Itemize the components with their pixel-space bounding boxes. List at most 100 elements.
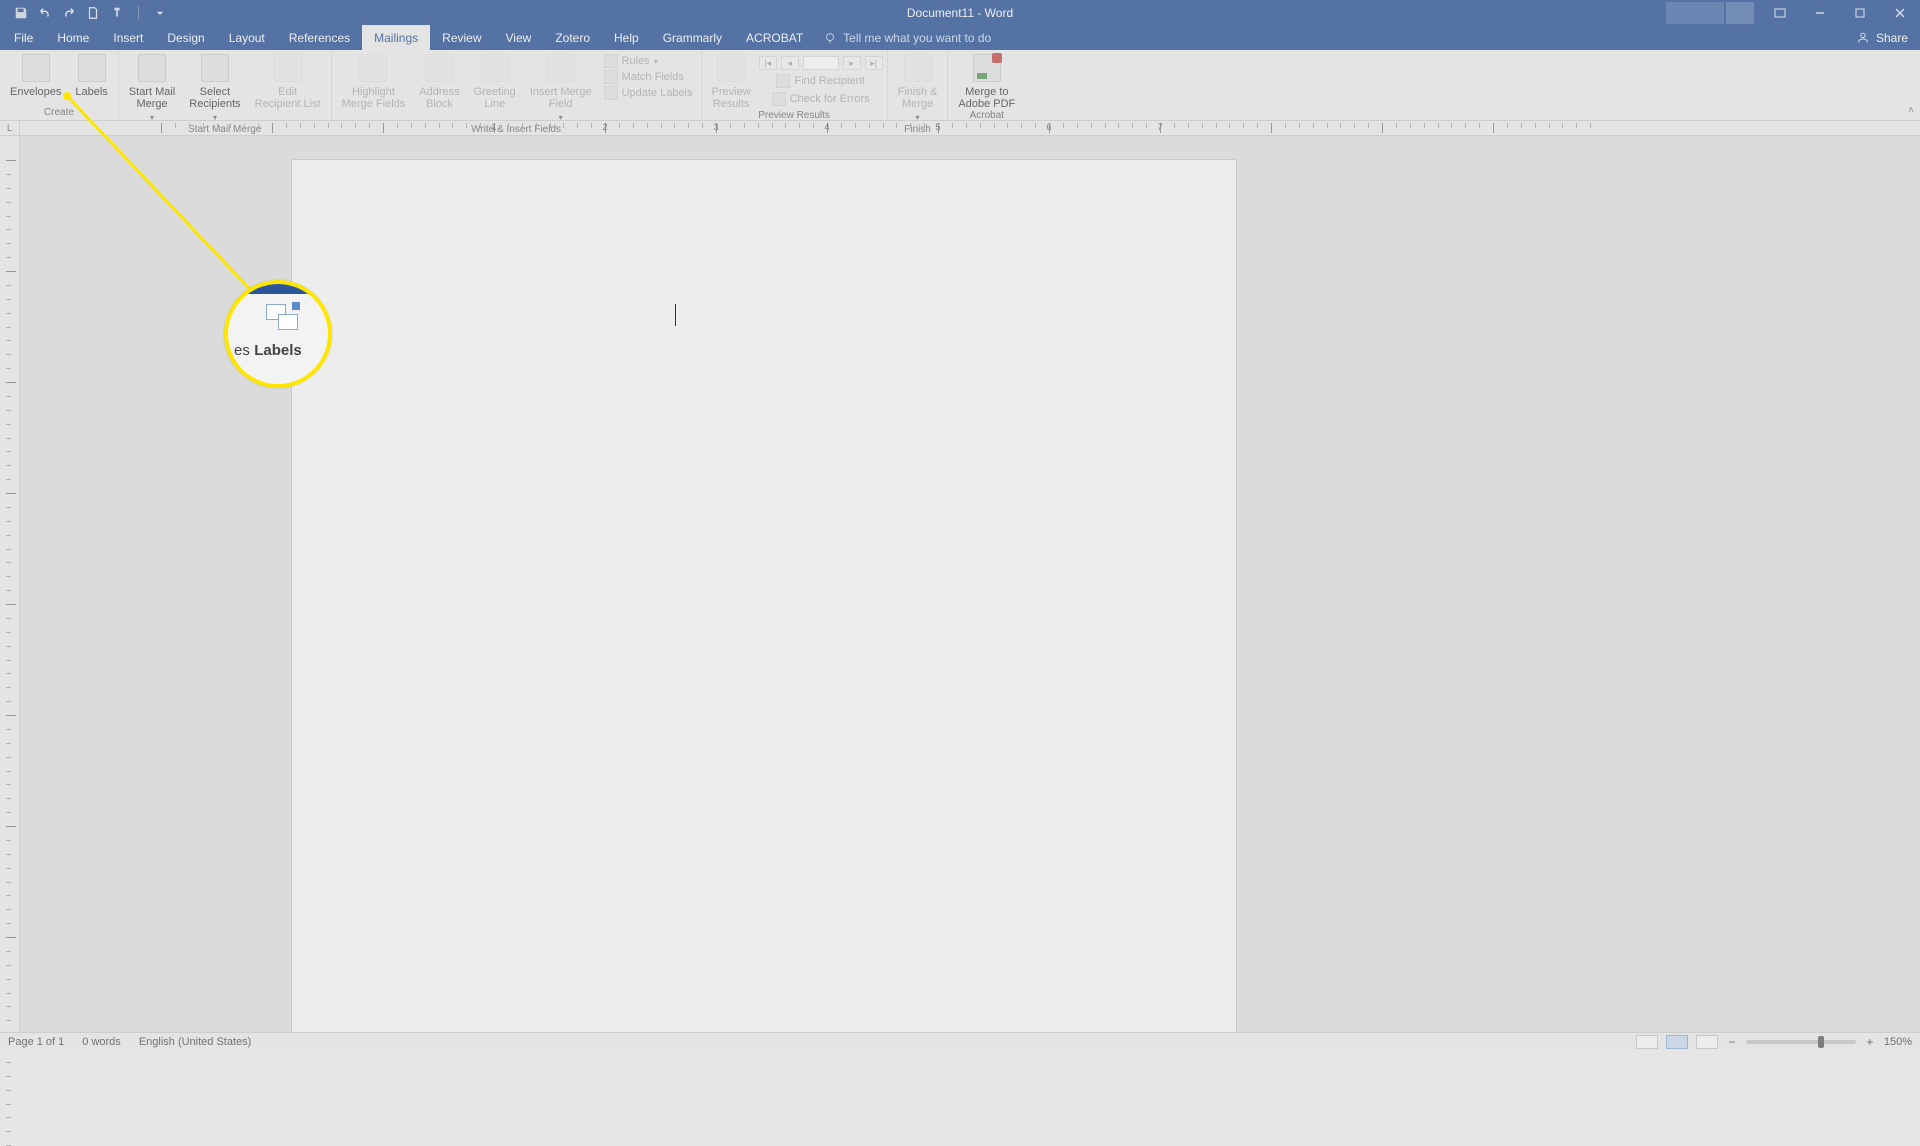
tabs-right: Share — [1856, 25, 1920, 50]
horizontal-ruler[interactable]: 1234567 — [20, 121, 1920, 136]
tab-selector[interactable]: L — [0, 121, 20, 136]
tab-grammarly[interactable]: Grammarly — [651, 25, 734, 50]
save-icon[interactable] — [14, 6, 28, 20]
check-errors-label: Check for Errors — [790, 93, 870, 105]
address-block-icon — [425, 54, 453, 82]
callout-magnifier: es Labels — [224, 280, 332, 388]
rules-button: Rules ▾ — [600, 54, 697, 68]
address-block-button: Address Block — [413, 52, 465, 110]
web-layout-icon[interactable] — [1696, 1035, 1718, 1049]
merge-to-pdf-button[interactable]: Merge to Adobe PDF — [952, 52, 1021, 110]
group-acrobat: Merge to Adobe PDF Acrobat — [948, 50, 1025, 120]
check-errors-icon — [772, 92, 786, 106]
insert-merge-field-label: Insert Merge Field — [530, 86, 592, 110]
tab-view[interactable]: View — [494, 25, 544, 50]
check-errors-button: Check for Errors — [768, 92, 874, 106]
tab-layout[interactable]: Layout — [217, 25, 277, 50]
group-write-insert: Highlight Merge Fields Address Block Gre… — [332, 50, 702, 120]
group-finish: Finish & Merge ▾ Finish — [888, 50, 949, 120]
update-labels-button: Update Labels — [600, 86, 697, 100]
labels-icon — [78, 54, 106, 82]
highlight-merge-fields-label: Highlight Merge Fields — [342, 86, 406, 110]
document-scroll[interactable] — [20, 136, 1920, 1032]
account-box-2[interactable] — [1726, 2, 1754, 24]
start-mail-merge-label: Start Mail Merge — [129, 86, 175, 110]
minimize-icon[interactable] — [1800, 0, 1840, 25]
tab-help[interactable]: Help — [602, 25, 651, 50]
maximize-icon[interactable] — [1840, 0, 1880, 25]
tab-home[interactable]: Home — [45, 25, 101, 50]
document-page[interactable] — [292, 160, 1236, 1032]
greeting-line-button: Greeting Line — [468, 52, 522, 110]
status-words[interactable]: 0 words — [82, 1036, 121, 1048]
close-icon[interactable] — [1880, 0, 1920, 25]
vertical-ruler[interactable] — [0, 136, 20, 1032]
envelopes-label: Envelopes — [10, 86, 61, 98]
zoom-value[interactable]: 150% — [1884, 1036, 1912, 1048]
print-layout-icon[interactable] — [1666, 1035, 1688, 1049]
finish-merge-label: Finish & Merge — [898, 86, 938, 110]
account-box[interactable] — [1666, 2, 1724, 24]
last-record-icon: ▸| — [865, 56, 883, 70]
merge-to-pdf-icon — [973, 54, 1001, 82]
share-icon — [1856, 31, 1870, 45]
labels-label: Labels — [75, 86, 107, 98]
ribbon-display-options-icon[interactable] — [1760, 0, 1800, 25]
ribbon-tabs: File Home Insert Design Layout Reference… — [0, 25, 1920, 50]
zoom-out-icon[interactable]: − — [1726, 1035, 1738, 1049]
text-cursor — [675, 304, 676, 326]
tab-references[interactable]: References — [277, 25, 362, 50]
greeting-line-label: Greeting Line — [474, 86, 516, 110]
tell-me[interactable]: Tell me what you want to do — [823, 25, 991, 50]
address-block-label: Address Block — [419, 86, 459, 110]
status-page[interactable]: Page 1 of 1 — [8, 1036, 64, 1048]
group-preview-results: Preview Results |◂ ◂ ▸ ▸| Find Recipient… — [702, 50, 888, 120]
record-nav: |◂ ◂ ▸ ▸| Find Recipient Check for Error… — [759, 52, 883, 106]
zoom-thumb[interactable] — [1818, 1036, 1824, 1048]
record-field — [803, 56, 839, 70]
insert-merge-field-icon — [547, 54, 575, 82]
share-label[interactable]: Share — [1876, 31, 1908, 45]
read-mode-icon[interactable] — [1636, 1035, 1658, 1049]
update-labels-label: Update Labels — [622, 87, 693, 99]
status-language[interactable]: English (United States) — [139, 1036, 252, 1048]
select-recipients-button[interactable]: Select Recipients ▾ — [183, 52, 246, 124]
zoom-in-icon[interactable]: + — [1864, 1035, 1876, 1049]
start-mail-merge-icon — [138, 54, 166, 82]
tab-review[interactable]: Review — [430, 25, 493, 50]
prev-record-icon: ◂ — [781, 56, 799, 70]
undo-icon[interactable] — [38, 6, 52, 20]
qat-customize-icon[interactable] — [153, 6, 167, 20]
group-start-mail-merge: Start Mail Merge ▾ Select Recipients ▾ E… — [119, 50, 332, 120]
envelopes-button[interactable]: Envelopes — [4, 52, 67, 98]
new-doc-icon[interactable] — [86, 6, 100, 20]
find-recipient-button: Find Recipient — [772, 74, 868, 88]
start-mail-merge-button[interactable]: Start Mail Merge ▾ — [123, 52, 181, 124]
match-fields-icon — [604, 70, 618, 84]
write-insert-small-list: Rules ▾ Match Fields Update Labels — [600, 52, 697, 100]
greeting-line-icon — [481, 54, 509, 82]
edit-recipient-list-label: Edit Recipient List — [255, 86, 321, 110]
redo-icon[interactable] — [62, 6, 76, 20]
envelope-icon — [22, 54, 50, 82]
find-recipient-label: Find Recipient — [794, 75, 864, 87]
collapse-ribbon-icon[interactable]: ˄ — [1908, 105, 1914, 116]
ribbon: Envelopes Labels Create Start Mail Merge… — [0, 50, 1920, 121]
first-record-icon: |◂ — [759, 56, 777, 70]
finish-merge-button: Finish & Merge ▾ — [892, 52, 944, 124]
qat-separator — [138, 6, 139, 20]
rules-label: Rules — [622, 55, 650, 67]
labels-button[interactable]: Labels — [69, 52, 113, 98]
insert-merge-field-button: Insert Merge Field ▾ — [524, 52, 598, 124]
tab-zotero[interactable]: Zotero — [543, 25, 602, 50]
tab-design[interactable]: Design — [155, 25, 216, 50]
title-bar: Document11 - Word — [0, 0, 1920, 25]
tab-file[interactable]: File — [2, 25, 45, 50]
tab-acrobat[interactable]: ACROBAT — [734, 25, 815, 50]
format-painter-icon[interactable] — [110, 6, 124, 20]
tab-insert[interactable]: Insert — [101, 25, 155, 50]
zoom-slider[interactable] — [1746, 1040, 1856, 1044]
tab-mailings[interactable]: Mailings — [362, 25, 430, 50]
lightbulb-icon — [823, 31, 837, 45]
select-recipients-label: Select Recipients — [189, 86, 240, 110]
